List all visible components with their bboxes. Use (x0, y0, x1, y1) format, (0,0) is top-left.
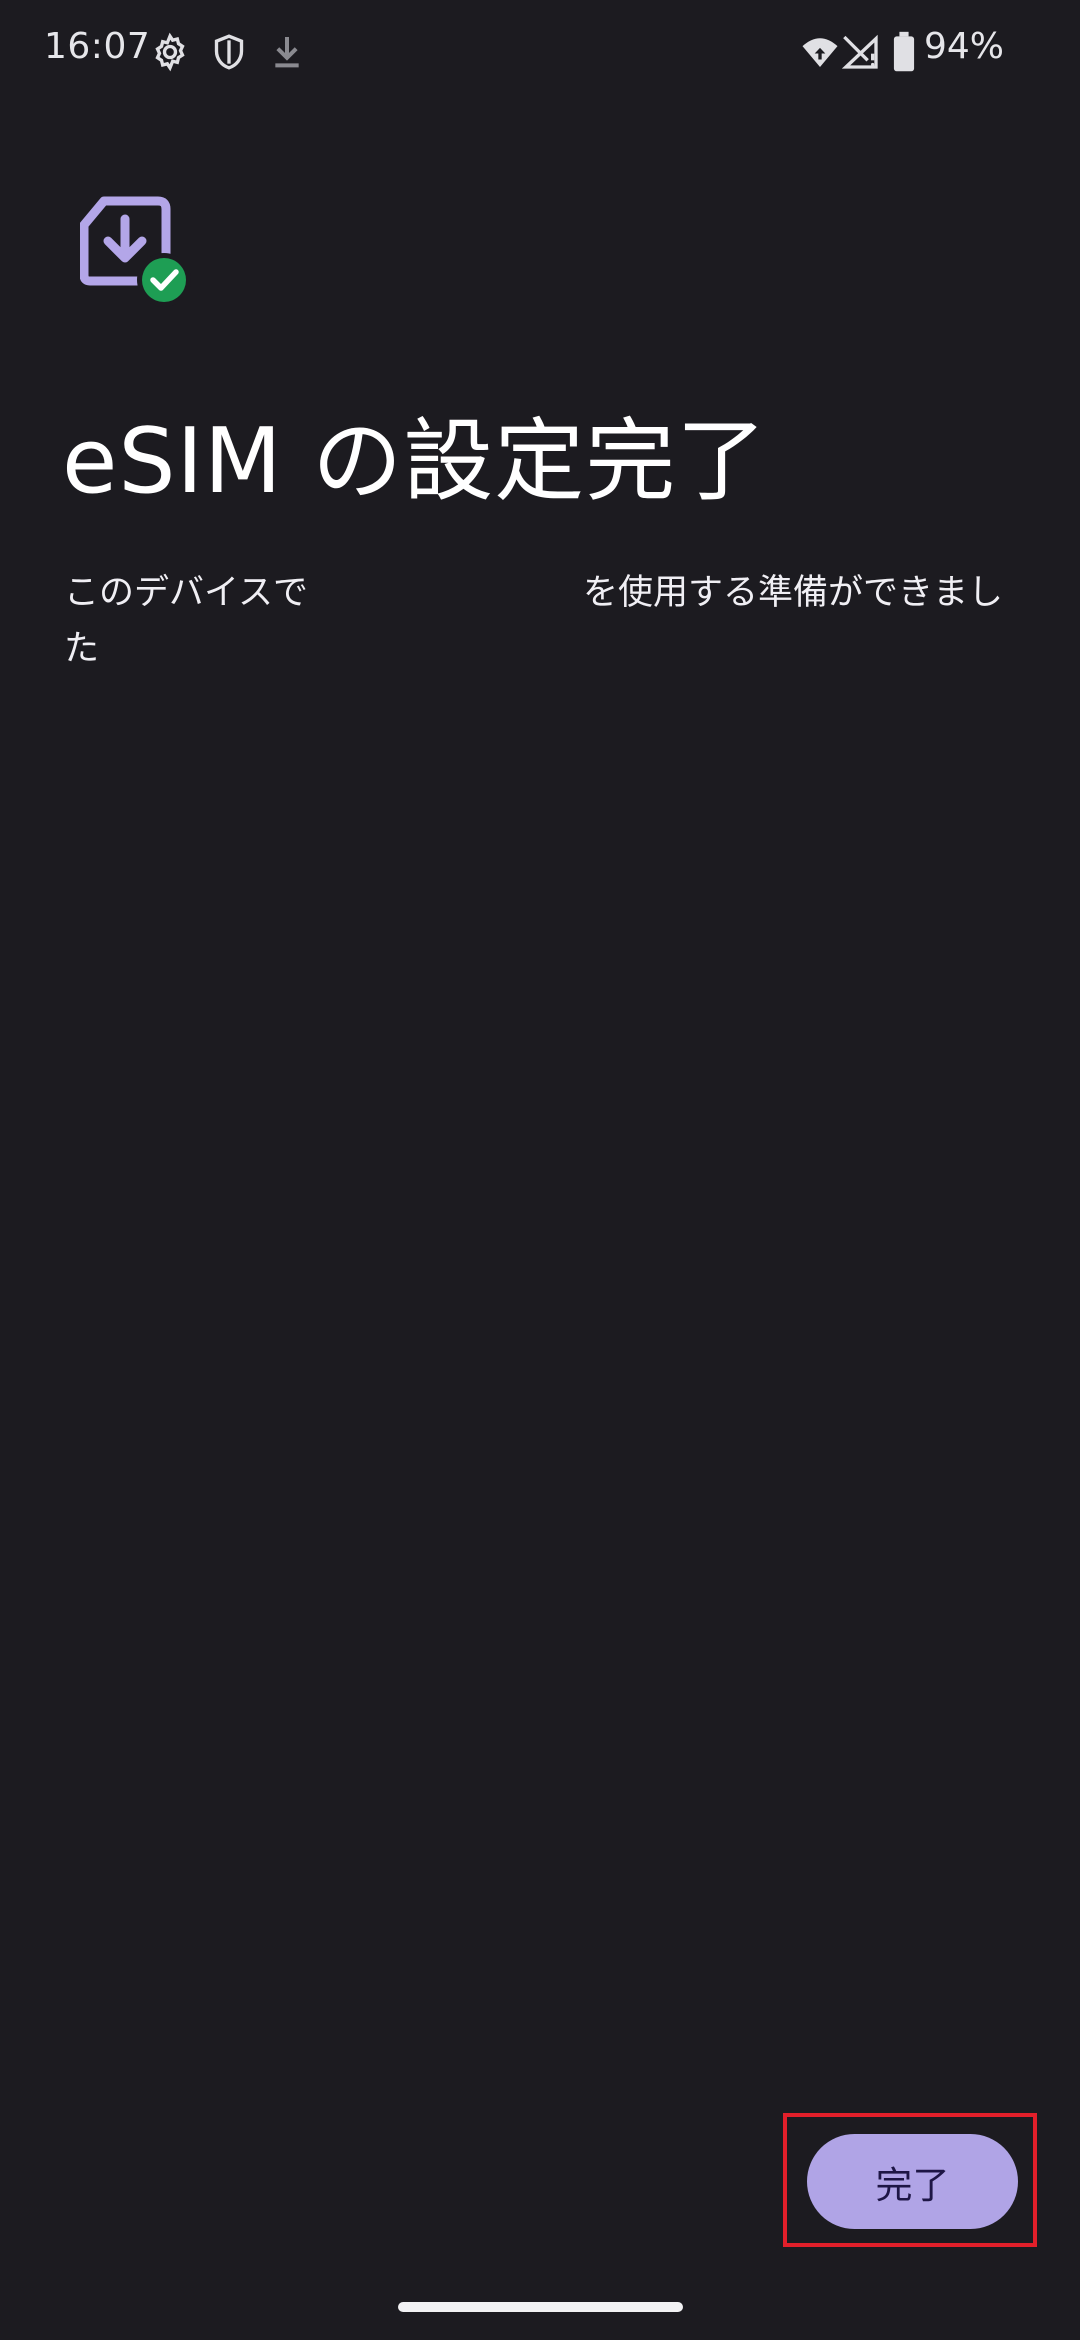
ready-message-start: このデバイスで (64, 573, 308, 613)
download-icon (275, 37, 299, 68)
shield-icon (214, 34, 244, 70)
ready-message-continued: た (64, 629, 100, 669)
esim-download-check-icon (80, 196, 191, 307)
battery-icon (893, 31, 915, 72)
settings-icon (155, 32, 185, 72)
status-time: 16:07 (44, 26, 151, 67)
page-title: eSIM の設定完了 (62, 409, 768, 514)
ready-message-end: を使用する準備ができまし (583, 573, 1004, 613)
gesture-nav-handle[interactable] (398, 2302, 683, 2312)
status-bar: 16:07 94% (0, 0, 1080, 100)
battery-percent: 94% (923, 26, 1004, 67)
no-signal-icon (841, 34, 878, 69)
done-button[interactable]: 完了 (807, 2134, 1018, 2229)
wifi-icon (802, 38, 838, 67)
